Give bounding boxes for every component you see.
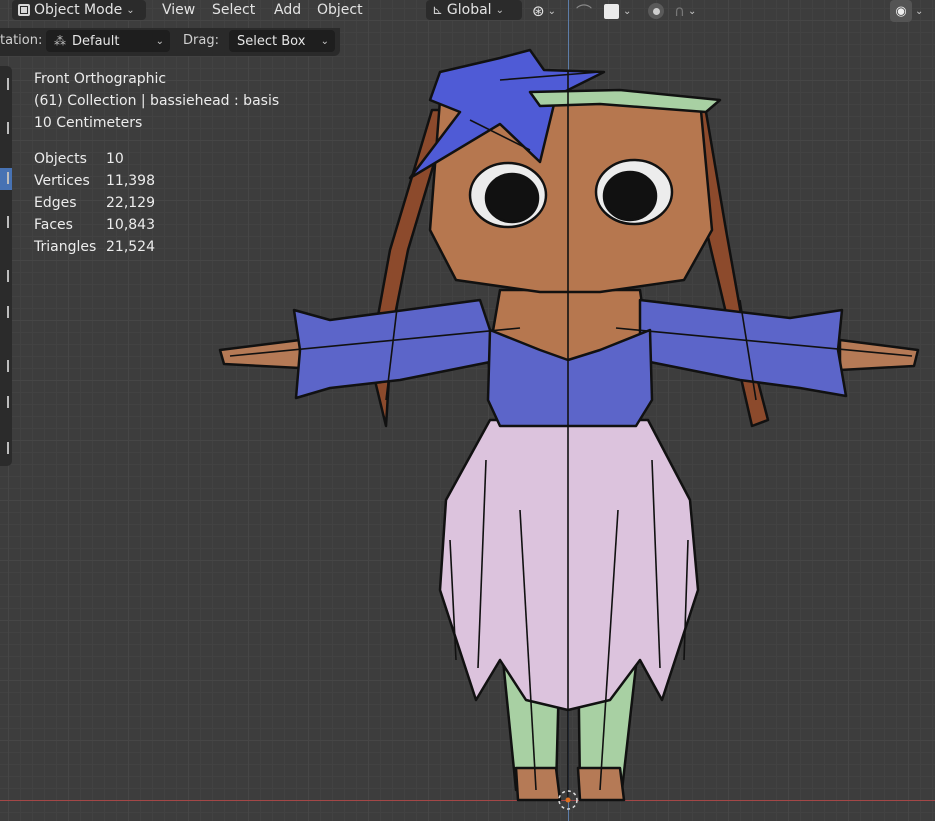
transform-orientation-icon: ⊾ [432, 2, 443, 18]
orientation-setting-value: Default [72, 33, 120, 49]
snap-button[interactable]: ⌒ [576, 0, 592, 22]
snap-target-button[interactable]: ⌄ [604, 0, 631, 22]
menu-view[interactable]: View [156, 0, 201, 20]
transform-orientation-icon: ⁂ [54, 34, 66, 48]
orientation-label: Global [446, 2, 492, 18]
orientation-setting-label: tation: [0, 33, 43, 48]
transform-orientation-dropdown[interactable]: ⊾ Global ⌄ [426, 0, 522, 20]
menu-object[interactable]: Object [311, 0, 369, 20]
orientation-setting-dropdown[interactable]: ⁂ Default ⌄ [46, 30, 170, 52]
select-tool-button[interactable] [0, 74, 12, 96]
cursor-tool-button[interactable] [0, 118, 12, 140]
foot-left [514, 766, 562, 802]
menu-select[interactable]: Select [206, 0, 261, 20]
visibility-dropdown[interactable]: ◉ ⌄ [890, 0, 923, 22]
stat-row: Edges 22,129 [34, 195, 155, 211]
stat-row: Objects 10 [34, 151, 124, 167]
snap-icon: ⌒ [576, 3, 593, 22]
chevron-down-icon: ⌄ [320, 35, 329, 47]
eye-icon: ◉ [890, 0, 912, 22]
proportional-editing-button[interactable] [648, 0, 664, 22]
viewport-stats-overlay: Front Orthographic (61) Collection | bas… [34, 68, 279, 258]
rotate-tool-button[interactable] [0, 212, 12, 234]
hand-left [218, 338, 302, 370]
proportional-editing-icon [648, 3, 664, 19]
collection-info: (61) Collection | bassiehead : basis [34, 93, 280, 109]
stat-row: Vertices 11,398 [34, 173, 155, 189]
drag-setting-dropdown[interactable]: Select Box ⌄ [229, 30, 335, 52]
measure-tool-button[interactable] [0, 392, 12, 414]
drag-setting-value: Select Box [237, 33, 306, 49]
pivot-point-button[interactable]: ⊛ ⌄ [532, 0, 556, 22]
stat-row: Faces 10,843 [34, 217, 155, 233]
annotate-tool-button[interactable] [0, 356, 12, 378]
scale-tool-button[interactable] [0, 266, 12, 288]
chevron-down-icon: ⌄ [155, 35, 164, 47]
chevron-down-icon: ⌄ [126, 4, 135, 16]
view-name: Front Orthographic [34, 71, 167, 87]
falloff-button[interactable]: ∩ ⌄ [674, 0, 696, 22]
viewport-header: Object Mode ⌄ View Select Add Object ⊾ G… [0, 0, 935, 22]
menu-add[interactable]: Add [268, 0, 307, 20]
object-mode-icon [18, 4, 30, 16]
chevron-down-icon: ⌄ [495, 4, 504, 16]
grid-scale: 10 Centimeters [34, 115, 143, 131]
stat-row: Triangles 21,524 [34, 239, 155, 255]
mode-label: Object Mode [34, 2, 123, 18]
tool-shelf [0, 66, 12, 466]
move-tool-button[interactable] [0, 168, 12, 190]
snap-target-icon [604, 3, 619, 19]
mode-dropdown[interactable]: Object Mode ⌄ [12, 0, 146, 20]
transform-tool-button[interactable] [0, 302, 12, 324]
drag-setting-label: Drag: [183, 33, 219, 48]
add-cube-tool-button[interactable] [0, 438, 12, 460]
falloff-curve-icon: ∩ [674, 2, 685, 20]
pivot-point-icon: ⊛ [532, 2, 545, 20]
